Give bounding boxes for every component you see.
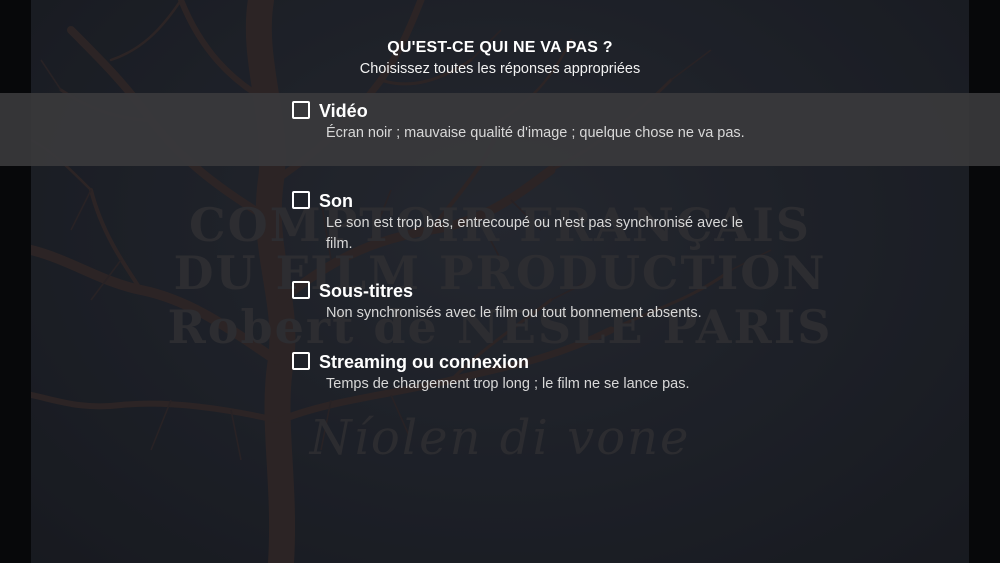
checkbox-icon[interactable] [292,191,310,209]
option-video[interactable]: Vidéo Écran noir ; mauvaise qualité d'im… [0,93,1000,166]
option-description: Écran noir ; mauvaise qualité d'image ; … [326,125,745,141]
option-label: Son [319,191,353,211]
checkbox-icon[interactable] [292,352,310,370]
option-label: Streaming ou connexion [319,352,530,372]
option-description: Temps de chargement trop long ; le film … [326,376,690,392]
option-streaming-connexion[interactable]: Streaming ou connexion Temps de chargeme… [0,344,1000,394]
checkbox-icon[interactable] [292,101,310,119]
dialog-header: QU'EST-CE QUI NE VA PAS ? Choisissez tou… [0,37,1000,78]
page-subtitle: Choisissez toutes les réponses approprié… [359,61,641,77]
option-label: Sous-titres [319,281,414,301]
checkbox-icon[interactable] [292,281,310,299]
option-description: Le son est trop bas, entrecoupé ou n'est… [326,215,744,252]
option-label: Vidéo [319,101,368,121]
report-problem-screen: COMPTOIR FRANÇAIS DU FILM PRODUCTION Rob… [0,0,1000,563]
option-son[interactable]: Son Le son est trop bas, entrecoupé ou n… [0,183,1000,253]
option-description: Non synchronisés avec le film ou tout bo… [326,305,702,321]
page-title: QU'EST-CE QUI NE VA PAS ? [387,39,613,56]
option-sous-titres[interactable]: Sous-titres Non synchronisés avec le fil… [0,273,1000,323]
